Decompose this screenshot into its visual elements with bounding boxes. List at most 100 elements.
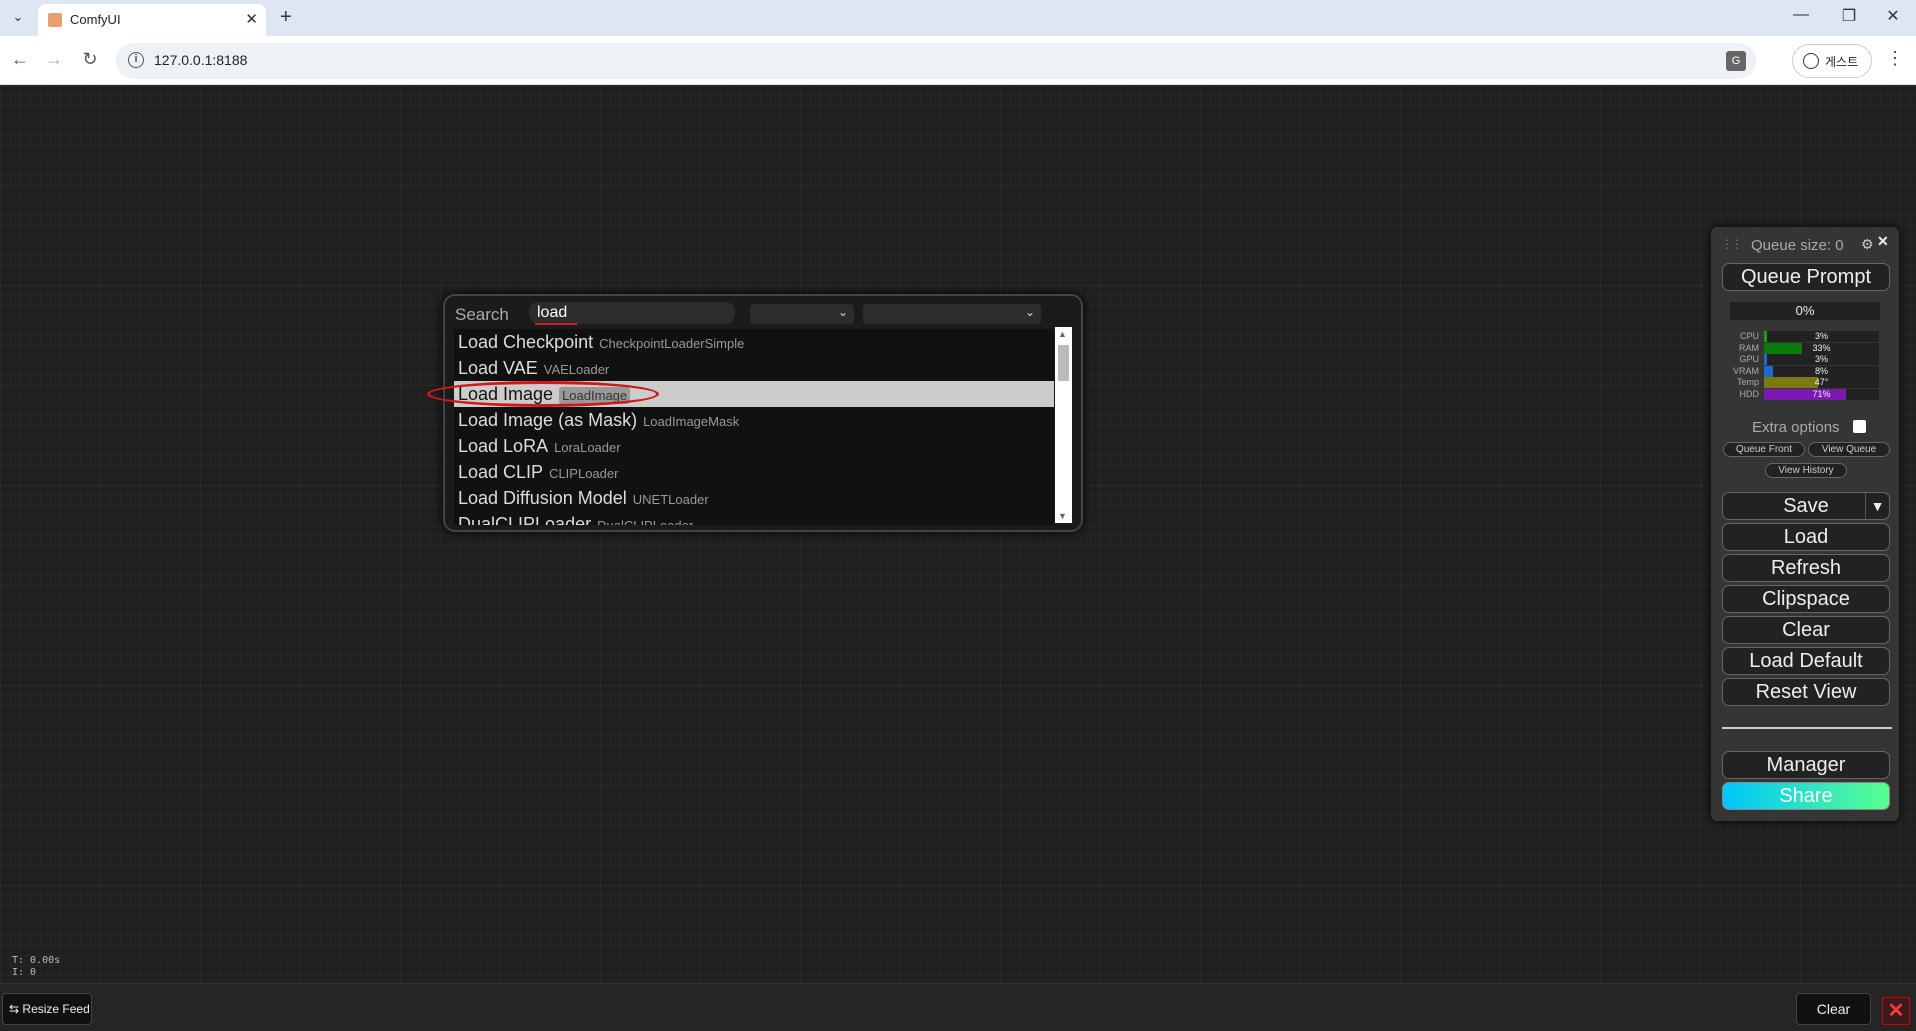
resource-label: CPU: [1739, 331, 1759, 341]
minimize-button[interactable]: —: [1786, 6, 1816, 24]
browser-menu-icon[interactable]: ⋮: [1886, 48, 1904, 69]
input-type-filter[interactable]: ⌄: [750, 304, 854, 324]
extra-options-checkbox[interactable]: [1853, 420, 1866, 433]
results-scrollbar[interactable]: ▲ ▼: [1055, 327, 1072, 523]
result-node-name: Load Image: [458, 384, 554, 404]
result-node-name: Load Checkpoint: [458, 332, 594, 352]
search-result-item[interactable]: Load Diffusion Model UNETLoader: [454, 485, 1054, 511]
search-result-item[interactable]: DualCLIPLoader DualCLIPLoader: [454, 511, 1054, 525]
new-tab-button[interactable]: +: [280, 6, 292, 29]
feed-clear-button[interactable]: Clear: [1796, 993, 1871, 1025]
save-button[interactable]: Save ▼: [1722, 492, 1890, 520]
scroll-up-arrow-icon[interactable]: ▲: [1058, 329, 1067, 339]
graph-canvas[interactable]: [0, 85, 1916, 983]
resource-label: HDD: [1739, 388, 1760, 399]
load-default-button[interactable]: Load Default: [1722, 647, 1890, 675]
view-queue-button[interactable]: View Queue: [1808, 442, 1890, 457]
clipspace-button[interactable]: Clipspace: [1722, 585, 1890, 613]
result-node-type: CLIPLoader: [549, 466, 619, 481]
extra-options-label: Extra options: [1752, 419, 1840, 436]
resize-feed-label: Resize Feed: [22, 1002, 90, 1016]
chevron-down-icon: ⌄: [1024, 305, 1035, 319]
output-type-filter[interactable]: ⌄: [863, 304, 1041, 324]
resource-label: VRAM: [1732, 365, 1759, 376]
browser-tab-comfyui[interactable]: ComfyUI ✕: [38, 4, 266, 36]
resource-value: 3%: [1814, 354, 1828, 364]
restore-button[interactable]: ❐: [1834, 6, 1864, 26]
feed-close-icon[interactable]: ✕: [1882, 997, 1910, 1025]
resource-row-cpu: CPU 3%: [1729, 330, 1879, 342]
site-info-icon[interactable]: i: [128, 52, 144, 68]
search-results-list[interactable]: Load Checkpoint CheckpointLoaderSimple Loa…: [454, 329, 1054, 525]
view-history-button[interactable]: View History: [1765, 463, 1847, 478]
address-bar[interactable]: i 127.0.0.1:8188 G: [116, 43, 1756, 79]
load-button[interactable]: Load: [1722, 523, 1890, 551]
chevron-down-icon: ⌄: [837, 305, 848, 319]
search-result-item[interactable]: Load VAE VAELoader: [454, 355, 1054, 381]
scroll-down-arrow-icon[interactable]: ▼: [1058, 511, 1067, 521]
result-node-name: Load CLIP: [458, 462, 544, 482]
search-result-item[interactable]: Load Image LoadImage: [454, 381, 1054, 407]
browser-tab-bar: ⌄ ComfyUI ✕ + — ❐ ✕: [0, 0, 1916, 36]
result-node-name: Load Diffusion Model: [458, 488, 627, 508]
menu-close-icon[interactable]: ✕: [1877, 233, 1889, 250]
tab-close-icon[interactable]: ✕: [245, 10, 258, 28]
window-close-button[interactable]: ✕: [1878, 6, 1908, 26]
result-node-type: VAELoader: [543, 362, 610, 377]
forward-button[interactable]: →: [42, 49, 66, 70]
clear-button[interactable]: Clear: [1722, 616, 1890, 644]
result-node-name: Load Image (as Mask): [458, 410, 638, 430]
search-result-item[interactable]: Load Image (as Mask) LoadImageMask: [454, 407, 1054, 433]
result-node-type: CheckpointLoaderSimple: [599, 336, 745, 351]
search-input[interactable]: [529, 302, 735, 324]
resource-value: 8%: [1814, 365, 1828, 376]
search-result-item[interactable]: Load LoRA LoraLoader: [454, 433, 1054, 459]
resource-label: Temp: [1736, 377, 1759, 387]
settings-gear-icon[interactable]: ⚙: [1861, 236, 1874, 253]
result-node-type: DualCLIPLoader: [597, 518, 693, 525]
comfy-menu-panel: ⋮⋮ Queue size: 0 ⚙ ✕ Queue Prompt 0% CPU…: [1711, 227, 1899, 821]
translate-icon[interactable]: G: [1726, 51, 1746, 71]
resource-value: 47°: [1814, 377, 1829, 387]
url-text[interactable]: 127.0.0.1:8188: [154, 52, 247, 68]
save-dropdown-arrow-icon[interactable]: ▼: [1865, 493, 1889, 519]
share-button[interactable]: Share: [1722, 782, 1890, 810]
manager-button[interactable]: Manager: [1722, 751, 1890, 779]
queue-progress: 0%: [1730, 302, 1880, 320]
tab-title: ComfyUI: [70, 12, 121, 27]
comfyui-favicon-icon: [48, 13, 62, 27]
scroll-thumb[interactable]: [1058, 345, 1069, 381]
resource-value: 3%: [1814, 331, 1828, 341]
search-result-item[interactable]: Load Checkpoint CheckpointLoaderSimple: [454, 329, 1054, 355]
search-query-underline: [535, 323, 577, 325]
reset-view-button[interactable]: Reset View: [1722, 678, 1890, 706]
resource-label: RAM: [1739, 342, 1759, 353]
stat-i: I: 0: [12, 967, 37, 978]
node-search-dialog: Search ⌄ ⌄ Load Checkpoint CheckpointLoad…: [443, 294, 1083, 532]
resize-feed-button[interactable]: ⇆ Resize Feed: [2, 993, 92, 1025]
search-label: Search: [455, 305, 509, 324]
menu-divider: [1722, 727, 1892, 729]
resource-value: 71%: [1812, 388, 1831, 399]
result-node-type: LoadImageMask: [643, 414, 740, 429]
save-button-label: Save: [1783, 495, 1829, 517]
queue-front-button[interactable]: Queue Front: [1723, 442, 1805, 457]
resource-row-gpu: GPU 3%: [1729, 353, 1879, 365]
drag-handle-icon[interactable]: ⋮⋮: [1721, 237, 1743, 251]
image-feed-bar: ⇆ Resize Feed Clear ✕: [0, 983, 1916, 1031]
result-node-name: DualCLIPLoader: [458, 514, 592, 525]
reload-button[interactable]: ↻: [78, 49, 102, 70]
queue-prompt-button[interactable]: Queue Prompt: [1722, 263, 1890, 291]
resource-label: GPU: [1739, 354, 1759, 364]
result-node-name: Load VAE: [458, 358, 538, 378]
profile-button[interactable]: 게스트: [1792, 44, 1872, 78]
resource-row-vram: VRAM 8%: [1729, 365, 1879, 377]
resource-value: 33%: [1812, 342, 1831, 353]
profile-label: 게스트: [1825, 55, 1859, 69]
tab-list-button[interactable]: ⌄: [8, 7, 28, 27]
stat-time: T: 0.00s: [12, 955, 61, 966]
refresh-button[interactable]: Refresh: [1722, 554, 1890, 582]
back-button[interactable]: ←: [8, 49, 32, 70]
profile-icon: [1803, 53, 1819, 69]
search-result-item[interactable]: Load CLIP CLIPLoader: [454, 459, 1054, 485]
